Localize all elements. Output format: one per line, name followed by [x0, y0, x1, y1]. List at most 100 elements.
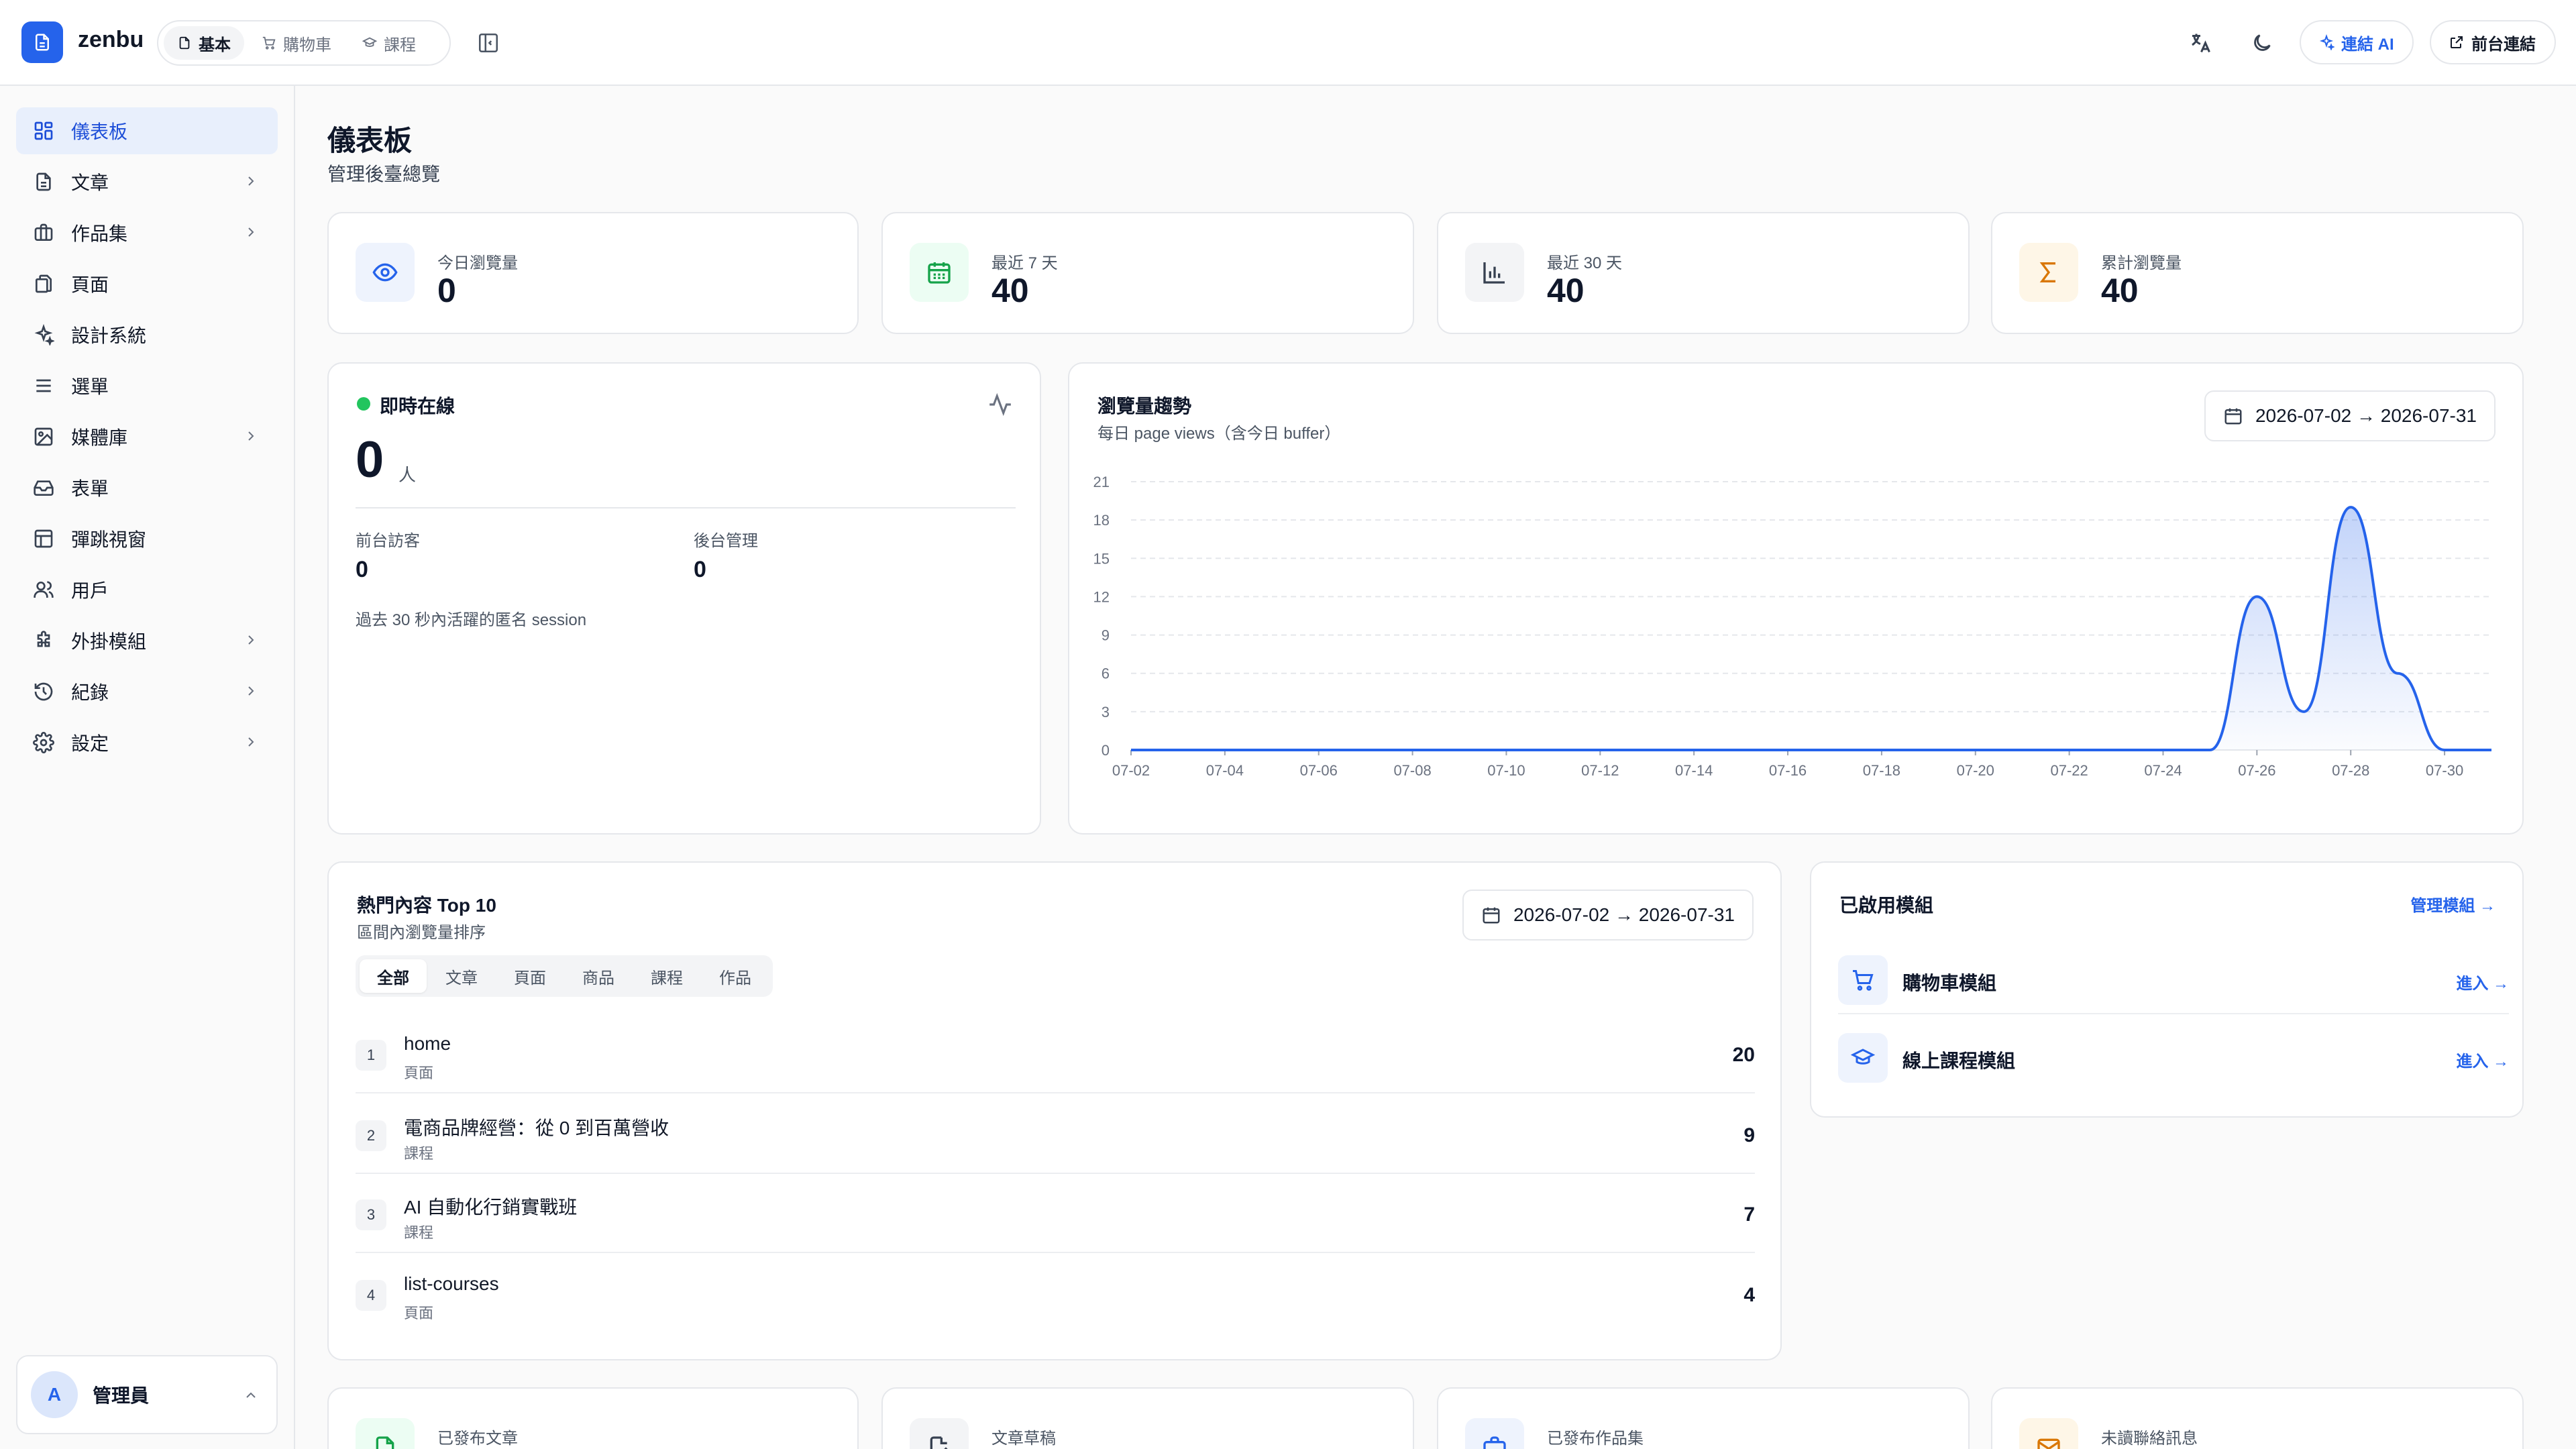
- chevron-right-icon: [248, 227, 254, 237]
- briefcase-icon: [1465, 1418, 1524, 1449]
- sidebar-item-plugins[interactable]: 外掛模組: [16, 617, 278, 664]
- rank-badge: 3: [356, 1199, 386, 1230]
- sidebar-item-users[interactable]: 用戶: [16, 566, 278, 613]
- dark-mode-toggle[interactable]: [2245, 25, 2279, 60]
- stat-value: 40: [2101, 272, 2139, 309]
- trend-chart-card: 瀏覽量趨勢 每日 page views（含今日 buffer） 2026-07-…: [1068, 362, 2524, 835]
- x-tick-label: 07-10: [1487, 762, 1525, 779]
- realtime-title: 即時在線: [380, 396, 455, 417]
- x-tick-label: 07-24: [2144, 762, 2182, 779]
- filter-works[interactable]: 作品: [702, 959, 769, 993]
- x-tick-label: 07-28: [2332, 762, 2369, 779]
- sidebar-item-logs[interactable]: 紀錄: [16, 668, 278, 715]
- frontend-link-button[interactable]: 前台連結: [2430, 20, 2556, 64]
- top-content-row[interactable]: 3 AI 自動化行銷實戰班 課程 7: [356, 1174, 1755, 1253]
- mode-tab-basic[interactable]: 基本: [164, 26, 244, 60]
- filter-all[interactable]: 全部: [360, 959, 427, 993]
- logo[interactable]: [21, 21, 63, 63]
- y-tick-label: 12: [1093, 588, 1110, 605]
- stat-label: 已發布作品集: [1547, 1430, 1644, 1448]
- module-name: 線上課程模組: [1902, 1051, 2016, 1071]
- sidebar-item-articles[interactable]: 文章: [16, 158, 278, 205]
- stat-card-today: 今日瀏覽量 0: [327, 212, 859, 334]
- rank-badge: 1: [356, 1040, 386, 1071]
- content-type-filter: 全部 文章 頁面 商品 課程 作品: [356, 955, 773, 997]
- stat-card-published-portfolio: 已發布作品集: [1437, 1387, 1970, 1449]
- x-tick-label: 07-04: [1206, 762, 1244, 779]
- cart-icon: [262, 36, 276, 50]
- briefcase-icon: [32, 221, 55, 244]
- stat-card-published-articles: 已發布文章: [327, 1387, 859, 1449]
- module-row-cart[interactable]: 購物車模組 進入 →: [1838, 938, 2509, 1014]
- filter-products[interactable]: 商品: [565, 959, 632, 993]
- sidebar-item-dashboard[interactable]: 儀表板: [16, 107, 278, 154]
- chevron-right-icon: [248, 686, 254, 696]
- x-tick-label: 07-22: [2050, 762, 2088, 779]
- row-type: 頁面: [404, 1305, 434, 1322]
- sidebar-item-label: 用戶: [71, 580, 109, 601]
- mode-tab-cart[interactable]: 購物車: [248, 26, 345, 60]
- brand-name: zenbu: [78, 27, 144, 52]
- translate-button[interactable]: [2183, 25, 2218, 60]
- sidebar-item-settings[interactable]: 設定: [16, 719, 278, 766]
- sidebar-item-label: 選單: [71, 376, 109, 397]
- y-tick-label: 6: [1102, 665, 1110, 682]
- row-title: list-courses: [404, 1273, 499, 1294]
- connect-ai-label: 連結 AI: [2341, 35, 2394, 54]
- filter-courses[interactable]: 課程: [633, 959, 700, 993]
- row-title: 電商品牌經營：從 0 到百萬營收: [404, 1118, 669, 1138]
- x-tick-label: 07-16: [1769, 762, 1807, 779]
- sidebar-item-media[interactable]: 媒體庫: [16, 413, 278, 460]
- filter-pages[interactable]: 頁面: [496, 959, 564, 993]
- row-count: 9: [1743, 1124, 1755, 1146]
- series-area: [1131, 507, 2491, 750]
- top-content-row[interactable]: 2 電商品牌經營：從 0 到百萬營收 課程 9: [356, 1095, 1755, 1174]
- user-menu[interactable]: A 管理員: [16, 1355, 278, 1434]
- stat-value: 40: [1547, 272, 1585, 309]
- module-row-courses[interactable]: 線上課程模組 進入 →: [1838, 1016, 2509, 1092]
- chevron-right-icon: [248, 737, 254, 747]
- mode-tab-course[interactable]: 課程: [349, 26, 429, 60]
- sidebar-item-menus[interactable]: 選單: [16, 362, 278, 409]
- sidebar-item-design-system[interactable]: 設計系統: [16, 311, 278, 358]
- mode-tab-label: 基本: [199, 36, 231, 54]
- document-icon: [32, 170, 55, 193]
- top-content-subtitle: 區間內瀏覽量排序: [357, 924, 486, 942]
- rank-badge: 4: [356, 1280, 386, 1311]
- row-type: 頁面: [404, 1065, 434, 1081]
- module-name: 購物車模組: [1902, 973, 1997, 994]
- sidebar-item-label: 紀錄: [71, 682, 109, 703]
- gear-icon: [32, 731, 55, 754]
- y-tick-label: 15: [1093, 550, 1110, 567]
- trend-chart: 0 3 6 9 12 15 18 21 07-02 07-04 07-06 07-08 07-10 07-…: [1093, 474, 2491, 779]
- translate-icon: [2192, 34, 2210, 53]
- top-bar: zenbu 基本 購物車 課程 連結 AI 前台連結: [0, 0, 2576, 86]
- top-content-row[interactable]: 1 home 頁面 20: [356, 1014, 1755, 1093]
- admin-users-value: 0: [694, 557, 706, 582]
- layout-icon: [32, 527, 55, 550]
- pages-icon: [32, 272, 55, 295]
- top-content-row[interactable]: 4 list-courses 頁面 4: [356, 1254, 1755, 1334]
- enabled-modules-card: 已啟用模組 管理模組 → 購物車模組 進入 → 線上課程模組 進入 →: [1810, 861, 2524, 1118]
- stat-label: 已發布文章: [437, 1430, 518, 1448]
- sidebar-item-portfolio[interactable]: 作品集: [16, 209, 278, 256]
- sidebar-item-pages[interactable]: 頁面: [16, 260, 278, 307]
- module-enter-link[interactable]: 進入 →: [2456, 1048, 2509, 1071]
- stat-label: 未讀聯絡訊息: [2101, 1430, 2198, 1448]
- admin-users-label: 後台管理: [694, 532, 758, 550]
- connect-ai-button[interactable]: 連結 AI: [2300, 20, 2414, 64]
- sidebar-item-popups[interactable]: 彈跳視窗: [16, 515, 278, 562]
- manage-modules-link[interactable]: 管理模組 →: [2410, 892, 2496, 916]
- row-count: 4: [1743, 1284, 1755, 1306]
- top-content-card: 熱門內容 Top 10 區間內瀏覽量排序 2026-07-02 → 2026-0…: [327, 861, 1782, 1360]
- sidebar-item-forms[interactable]: 表單: [16, 464, 278, 511]
- sidebar-item-label: 外掛模組: [71, 631, 147, 652]
- page-title: 儀表板: [327, 125, 413, 156]
- module-enter-link[interactable]: 進入 →: [2456, 970, 2509, 994]
- document-icon: [179, 36, 190, 50]
- filter-articles[interactable]: 文章: [428, 959, 495, 993]
- dashboard-icon: [32, 119, 55, 142]
- top-content-date-range-picker[interactable]: 2026-07-02 → 2026-07-31: [1462, 890, 1754, 941]
- sidebar-toggle-button[interactable]: [474, 28, 503, 58]
- document-icon: [356, 1418, 415, 1449]
